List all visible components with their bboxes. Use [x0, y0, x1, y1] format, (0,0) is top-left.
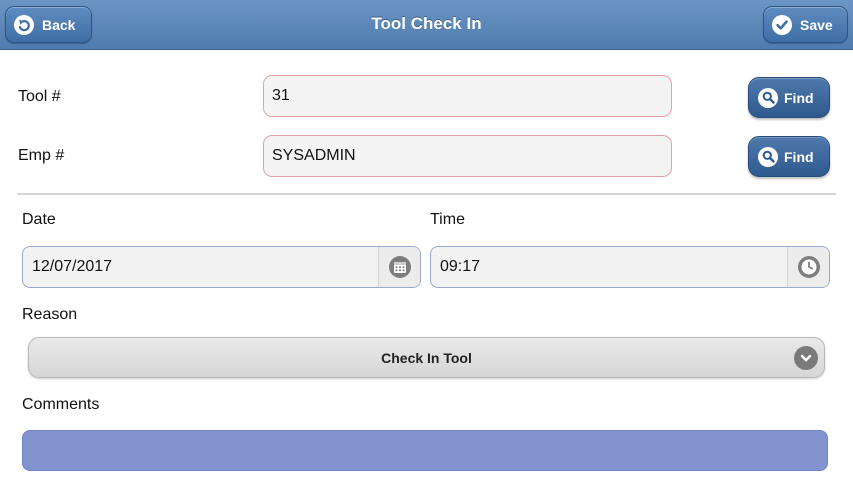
calendar-icon: [388, 256, 411, 278]
header-bar: Back Tool Check In Save: [0, 0, 853, 50]
tool-find-label: Find: [784, 89, 814, 106]
time-label: Time: [430, 211, 465, 228]
time-field[interactable]: 09:17: [430, 246, 830, 288]
tool-find-button[interactable]: Find: [748, 77, 830, 118]
comments-label: Comments: [22, 396, 100, 413]
emp-find-label: Find: [784, 148, 814, 165]
page-title: Tool Check In: [371, 14, 482, 33]
date-field[interactable]: 12/07/2017: [22, 246, 421, 288]
reason-selected-value: Check In Tool: [381, 350, 472, 366]
emp-number-input[interactable]: [263, 135, 672, 177]
date-value: 12/07/2017: [32, 258, 113, 275]
emp-find-button[interactable]: Find: [748, 136, 830, 177]
tool-number-input[interactable]: [263, 75, 672, 117]
checkmark-icon: [772, 14, 792, 35]
search-icon: [758, 87, 778, 108]
emp-number-label: Emp #: [18, 147, 65, 164]
search-icon: [758, 146, 778, 167]
reason-label: Reason: [22, 306, 78, 323]
time-value: 09:17: [440, 258, 481, 275]
clock-icon: [797, 256, 820, 278]
tool-number-label: Tool #: [18, 88, 61, 105]
time-picker-button[interactable]: [787, 247, 829, 287]
comments-input[interactable]: [22, 430, 828, 471]
date-picker-button[interactable]: [378, 247, 420, 287]
section-divider: [17, 193, 836, 195]
chevron-down-icon: [794, 346, 818, 370]
save-button[interactable]: Save: [763, 6, 848, 43]
date-label: Date: [22, 211, 56, 228]
save-button-label: Save: [800, 16, 833, 33]
reason-select[interactable]: Check In Tool: [28, 337, 825, 378]
